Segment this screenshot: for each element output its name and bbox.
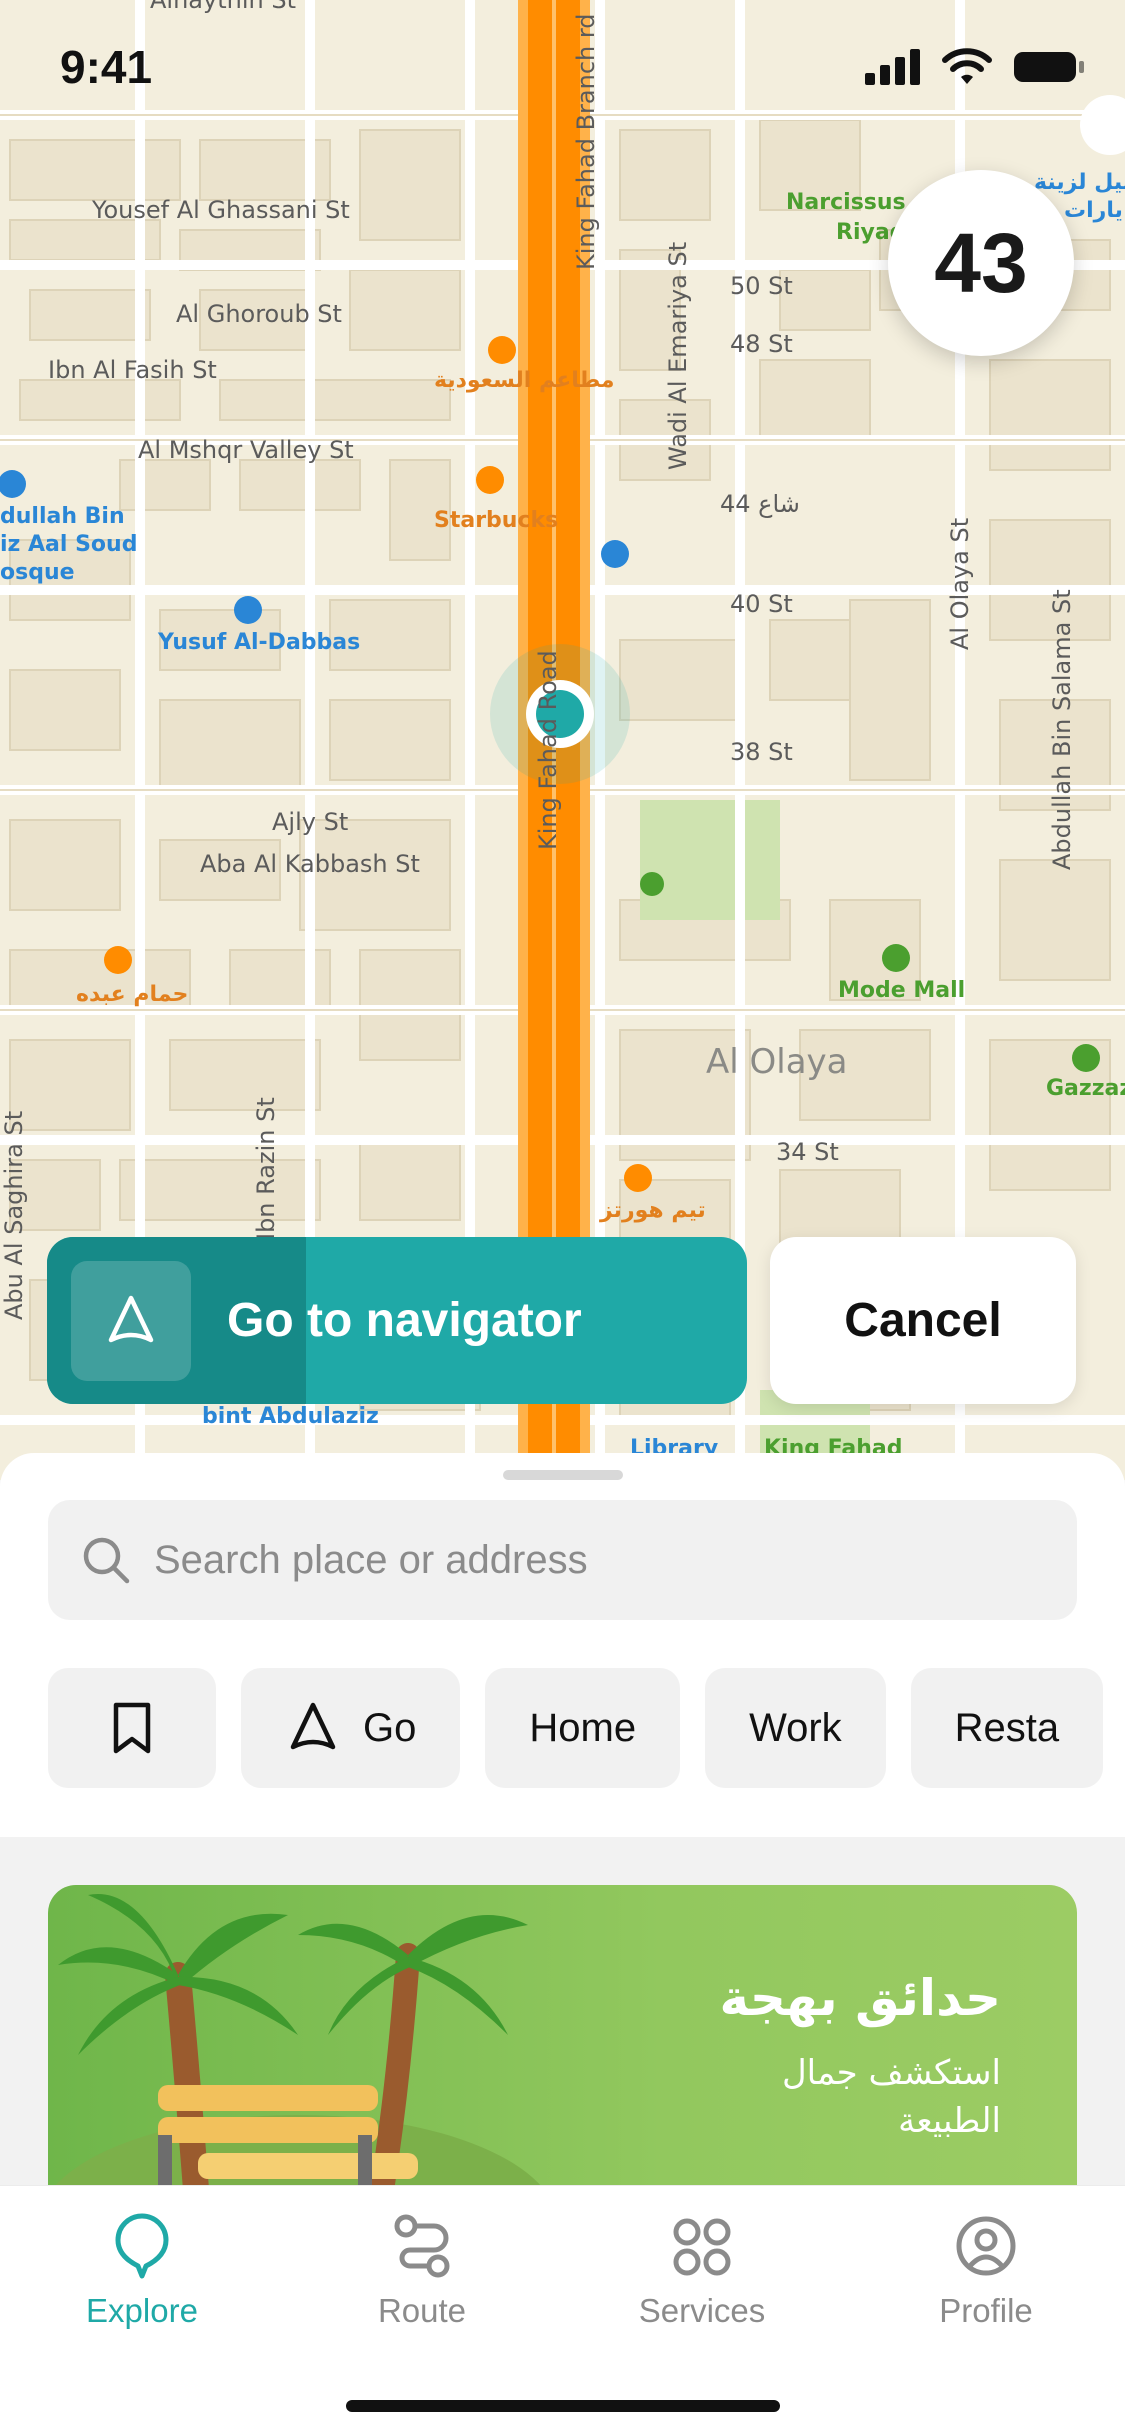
poi-label: تيم هورتز — [600, 1198, 706, 1223]
navigation-arrow-icon — [108, 1295, 154, 1342]
street-label: King Fahad Road — [534, 650, 562, 850]
bookmark-icon — [113, 1702, 151, 1754]
chip-work[interactable]: Work — [705, 1668, 886, 1788]
search-bar[interactable] — [48, 1500, 1077, 1620]
go-to-navigator-label: Go to navigator — [227, 1294, 582, 1347]
chip-label: Home — [529, 1705, 637, 1750]
route-icon — [394, 2214, 450, 2278]
poi-label: حمام عبده — [76, 982, 189, 1007]
poi-label: يارات — [1064, 198, 1123, 223]
chip-saved[interactable] — [48, 1668, 216, 1788]
street-label: Ibn Razin St — [252, 1097, 280, 1240]
district-label: Al Olaya — [706, 1042, 848, 1082]
tab-route[interactable]: Route — [312, 2210, 532, 2330]
poi-label: Gazzaz — [1046, 1076, 1125, 1101]
street-label: Wadi Al Emariya St — [664, 241, 692, 470]
speed-badge: 43 — [888, 170, 1074, 356]
street-label: 44 شاع — [720, 490, 800, 518]
poi-label: Yusuf Al-Dabbas — [158, 630, 361, 655]
street-label: Yousef Al Ghassani St — [92, 196, 350, 224]
poi-label: Mode Mall — [838, 978, 966, 1003]
chip-label: Work — [749, 1705, 842, 1750]
services-grid-icon — [673, 2218, 731, 2276]
poi-label: iz Aal Soud — [0, 532, 138, 557]
street-label: Al Olaya St — [946, 517, 974, 650]
status-bar: 9:41 — [0, 0, 1125, 130]
tab-services[interactable]: Services — [592, 2210, 812, 2330]
go-to-navigator-button[interactable]: Go to navigator — [47, 1237, 747, 1404]
poi-label: مطاعم السعودية — [434, 368, 615, 393]
street-label: Aba Al Kabbash St — [200, 850, 420, 878]
poi-label: Starbucks — [434, 508, 559, 533]
chip-label: Resta — [954, 1705, 1060, 1750]
street-label: Abu Al Saghira St — [0, 1110, 28, 1320]
street-label: 38 St — [730, 738, 793, 766]
wifi-icon — [942, 48, 992, 84]
tab-label: Profile — [939, 2292, 1033, 2329]
tab-explore[interactable]: Explore — [32, 2210, 252, 2330]
street-label: 48 St — [730, 330, 793, 358]
tab-bar: Explore Route Services Profile — [0, 2185, 1125, 2436]
street-label: Ibn Al Fasih St — [48, 356, 217, 384]
street-label: 50 St — [730, 272, 793, 300]
chip-home[interactable]: Home — [485, 1668, 681, 1788]
quick-chips: Go Home Work Resta — [48, 1668, 1104, 1788]
chip-restaurants[interactable]: Resta — [910, 1668, 1104, 1788]
tab-label: Services — [638, 2292, 766, 2329]
battery-icon — [1014, 52, 1084, 82]
poi-label: osque — [0, 560, 75, 585]
street-label: Al Mshqr Valley St — [138, 436, 354, 464]
home-indicator — [346, 2400, 780, 2412]
sheet-grabber[interactable] — [503, 1470, 623, 1480]
chip-label: Go — [363, 1705, 417, 1750]
promo-title: حدائق بهجة — [719, 1969, 1001, 2027]
tab-profile[interactable]: Profile — [876, 2210, 1096, 2330]
cellular-signal-icon — [865, 49, 920, 85]
street-label: 40 St — [730, 590, 793, 618]
poi-label: dullah Bin — [0, 504, 125, 529]
profile-icon — [956, 2216, 1016, 2276]
search-input[interactable] — [154, 1537, 1054, 1583]
poi-label: ظليل لزينة — [1034, 170, 1125, 195]
status-time: 9:41 — [60, 41, 153, 93]
navigation-arrow-icon — [290, 1702, 336, 1750]
street-label: bint Abdulaziz — [202, 1404, 379, 1429]
palm-bench-illustration — [48, 1894, 558, 2225]
promo-banner[interactable]: حدائق بهجة استكشف جمال الطبيعة — [48, 1885, 1077, 2225]
tab-label: Route — [377, 2292, 467, 2329]
street-label: Al Ghoroub St — [176, 300, 342, 328]
chip-go[interactable]: Go — [241, 1668, 461, 1788]
street-label: Abdullah Bin Salama St — [1048, 589, 1076, 870]
promo-subtitle: استكشف جمال الطبيعة — [781, 2053, 1001, 2141]
street-label: Ajly St — [272, 808, 349, 836]
street-label: 34 St — [776, 1138, 839, 1166]
navigator-icon-box — [71, 1260, 191, 1381]
status-icons — [865, 48, 1085, 86]
explore-pin-icon — [115, 2213, 169, 2279]
poi-label: Narcissus — [786, 190, 906, 215]
cancel-button[interactable]: Cancel — [770, 1237, 1076, 1404]
tab-label: Explore — [86, 2292, 198, 2329]
search-icon — [83, 1537, 130, 1584]
